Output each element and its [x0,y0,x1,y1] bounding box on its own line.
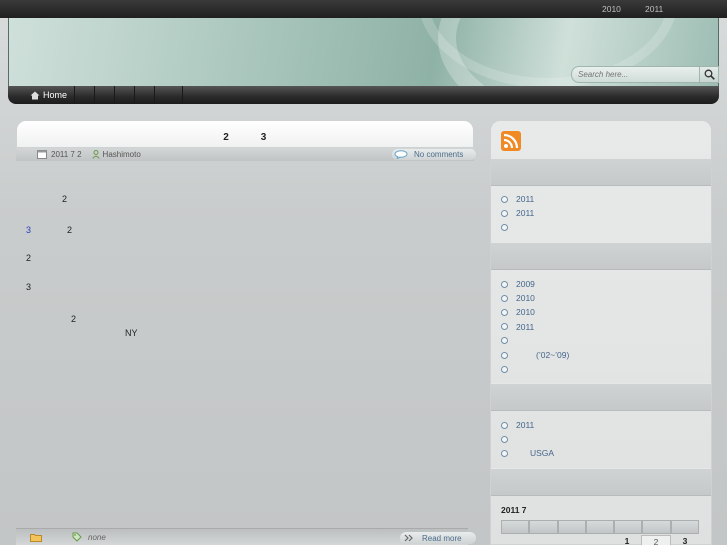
sidebar-item[interactable]: 2010 [501,291,701,305]
bullet-icon [501,308,508,316]
read-more-label: Read more [422,533,462,543]
post-date: 2011 7 2 [37,150,82,159]
calendar-week-row: 1 2 3 [501,535,699,545]
calendar-day[interactable]: 1 [613,535,641,545]
calendar-day [501,535,529,545]
home-icon [30,91,40,99]
rss-icon[interactable] [501,131,521,151]
year-link-2010[interactable]: 2010 [602,4,621,14]
bullet-icon [501,209,508,217]
year-link-2011[interactable]: 2011 [645,4,663,14]
calendar-icon [37,150,47,159]
nav-item[interactable] [135,86,156,104]
calendar-day [557,535,585,545]
sidebar: 2011 2011 2009 2010 2010 2011 (’02~’09) … [490,120,712,545]
post-paragraph: 3 [26,282,32,292]
bullet-icon [501,337,508,345]
post-paragraph: 2 [26,253,32,263]
search-input[interactable] [571,66,700,83]
search-button[interactable] [700,66,719,83]
sidebar-list-1: 2011 2011 [501,192,701,235]
sidebar-item[interactable]: USGA [501,446,701,460]
calendar-day[interactable]: 2 [641,535,671,545]
post-paragraph: 2 [26,314,77,324]
sidebar-item[interactable]: (’02~’09) [501,348,701,362]
post-header: 2 3 [16,120,474,148]
calendar-title: 2011 7 [501,505,527,515]
post-date-text: 2011 7 2 [51,150,82,159]
bullet-icon [501,351,508,359]
sidebar-item[interactable] [501,220,701,234]
bullet-icon [501,421,508,429]
sidebar-list-3: 2011 USGA [501,418,701,461]
calendar-weekday-cell [585,520,615,534]
calendar-weekday-cell [614,520,643,534]
search-box [571,66,719,83]
sidebar-item[interactable]: 2011 [501,206,701,220]
post-meta: 2011 7 2 Hashimoto No comments [16,148,476,161]
sidebar-section-header [491,383,711,411]
bullet-icon [501,223,508,231]
post-paragraph: 2 [26,194,68,204]
sidebar-item[interactable] [501,362,701,376]
post-footer: none Read more [16,528,476,545]
calendar-weekday-cell [529,520,558,534]
calendar-weekday-cell [501,520,530,534]
post-author: Hashimoto [91,150,141,159]
sidebar-item[interactable]: 2010 [501,305,701,319]
sidebar-section-header [491,468,711,496]
post-paragraph: 3 2 [26,225,73,235]
post-paragraph: NY [26,328,138,338]
double-chevron-icon [404,534,413,542]
sidebar-list-2: 2009 2010 2010 2011 (’02~’09) [501,277,701,376]
sidebar-item[interactable]: 2011 [501,320,701,334]
sidebar-item[interactable]: 2011 [501,192,701,206]
sidebar-section-header [491,158,711,186]
nav-item[interactable] [155,86,184,104]
calendar-weekday-cell [670,520,699,534]
nav-home[interactable]: Home [8,86,76,104]
post-author-name[interactable]: Hashimoto [103,150,141,159]
calendar-day [529,535,557,545]
user-icon [91,150,100,159]
calendar-day[interactable]: 3 [671,535,699,545]
folder-icon [30,533,42,542]
calendar-weekday-cell [557,520,586,534]
bullet-icon [501,280,508,288]
search-icon [704,69,715,80]
top-bar: 2010 2011 [0,0,727,18]
tags-label[interactable]: none [88,533,106,542]
post-title[interactable]: 2 3 [17,128,473,143]
bullet-icon [501,323,508,331]
tag-icon [72,532,82,542]
sidebar-item[interactable] [501,432,701,446]
read-more-button[interactable]: Read more [400,532,476,544]
main-nav: Home [8,86,719,104]
sidebar-section-header [491,242,711,270]
comments-label: No comments [414,150,464,159]
nav-item[interactable] [115,86,136,104]
calendar-weekday-cell [642,520,671,534]
sidebar-item[interactable]: 2009 [501,277,701,291]
bullet-icon [501,365,508,373]
bullet-icon [501,449,508,457]
nav-item[interactable] [75,86,96,104]
nav-home-label: Home [43,90,68,100]
bullet-icon [501,294,508,302]
nav-item[interactable] [95,86,116,104]
comments-link[interactable]: No comments [392,149,476,160]
bullet-icon [501,435,508,443]
sidebar-item[interactable] [501,334,701,348]
calendar-weekday-row [501,520,699,534]
calendar-day [585,535,613,545]
bullet-icon [501,195,508,203]
sidebar-item[interactable]: 2011 [501,418,701,432]
comment-icon [394,150,408,159]
